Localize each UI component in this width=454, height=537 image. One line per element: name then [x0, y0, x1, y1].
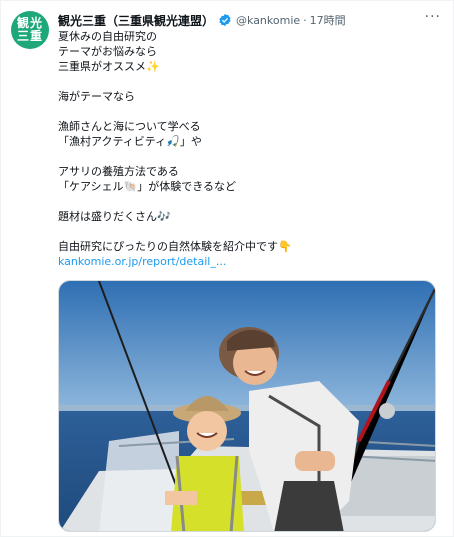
tweet-line: 「漁村アクティビティ🎣」や: [58, 135, 202, 148]
tweet-line: アサリの養殖方法である: [58, 165, 179, 178]
tweet-line: 題材は盛りだくさん🎶: [58, 210, 171, 223]
tweet-line: 三重県がオススメ✨: [58, 60, 160, 73]
timestamp[interactable]: 17時間: [310, 12, 346, 28]
tweet-card[interactable]: 観光 三重 観光三重（三重県観光連盟） @kankomie · 17時間 ···…: [0, 0, 454, 537]
tweet-photo[interactable]: [58, 280, 436, 532]
verified-badge-icon: [219, 13, 231, 27]
fishing-photo-illustration: [59, 281, 435, 531]
display-name[interactable]: 観光三重（三重県観光連盟）: [58, 12, 214, 29]
separator-dot: ·: [303, 13, 307, 27]
tweet-line: 自由研究にぴったりの自然体験を紹介中です👇: [58, 240, 292, 253]
avatar-text-2: 三重: [16, 29, 43, 43]
tweet-line: 海がテーマなら: [58, 90, 135, 103]
tweet-text: 夏休みの自由研究の テーマがお悩みなら 三重県がオススメ✨ 海がテーマなら 漁師…: [58, 29, 438, 269]
handle[interactable]: @kankomie: [236, 14, 300, 27]
tweet-line: 漁師さんと海について学べる: [58, 120, 201, 133]
tweet-line: 「ケアシェル🐚」が体験できるなど: [58, 180, 237, 193]
avatar[interactable]: 観光 三重: [11, 11, 49, 49]
tweet-link[interactable]: kankomie.or.jp/report/detail_...: [58, 254, 438, 269]
more-options-icon[interactable]: ···: [425, 9, 441, 25]
tweet-line: テーマがお悩みなら: [58, 45, 157, 58]
tweet-header: 観光三重（三重県観光連盟） @kankomie · 17時間: [58, 11, 441, 29]
tweet-line: 夏休みの自由研究の: [58, 30, 157, 43]
